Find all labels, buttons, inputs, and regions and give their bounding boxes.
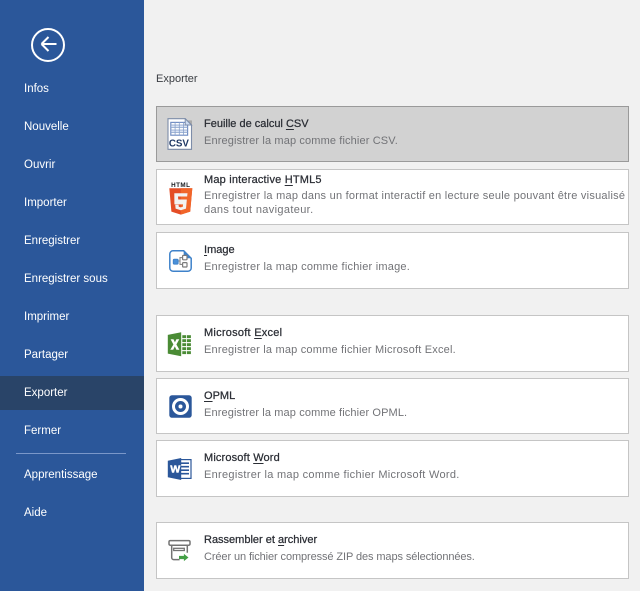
svg-text:CSV: CSV bbox=[169, 138, 190, 149]
svg-text:HTML: HTML bbox=[171, 182, 190, 189]
